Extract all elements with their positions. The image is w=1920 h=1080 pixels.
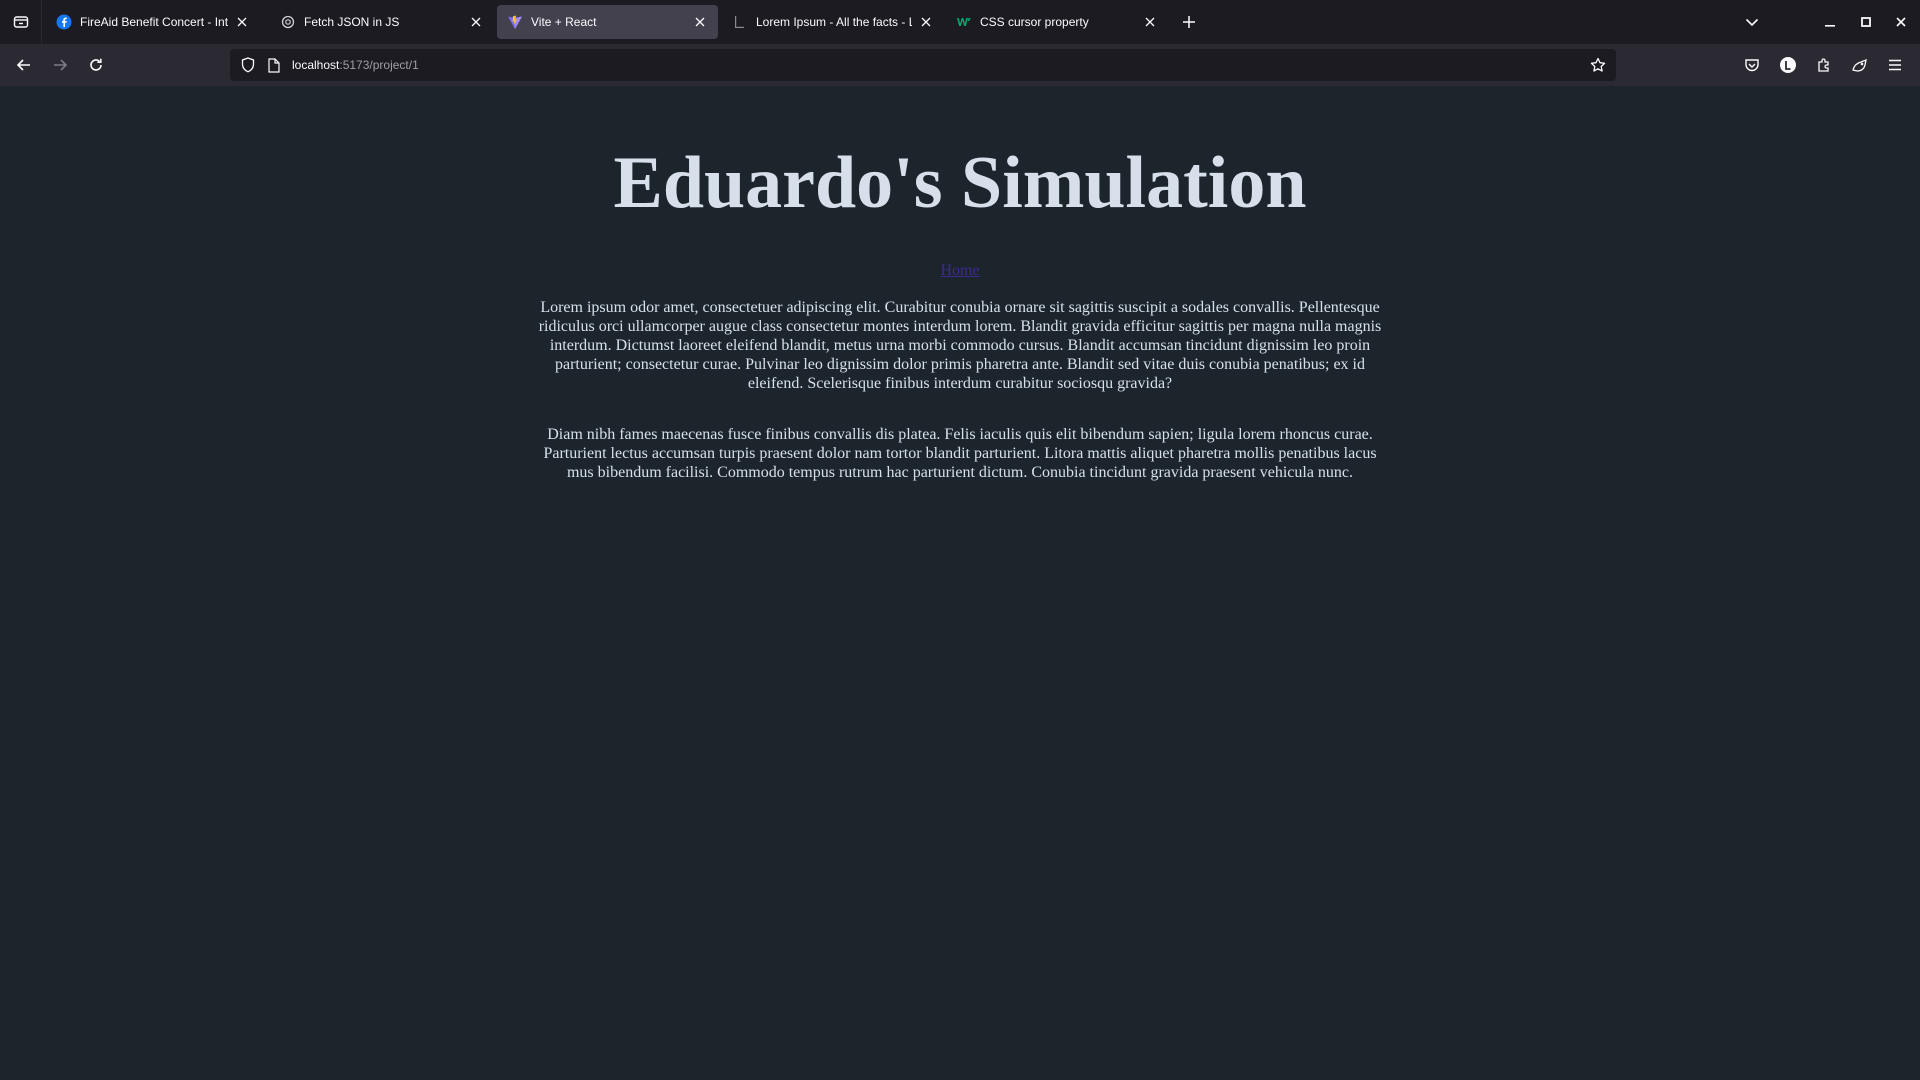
reload-button[interactable]	[83, 53, 109, 77]
close-icon[interactable]	[234, 14, 250, 30]
minimize-icon	[1825, 25, 1835, 27]
navigation-toolbar: localhost:5173/project/1	[0, 44, 1920, 86]
account-avatar-icon	[1780, 57, 1796, 73]
pocket-icon	[1745, 59, 1759, 72]
tab-title: FireAid Benefit Concert - Intuit Dome	[80, 15, 228, 29]
tab-lorem-ipsum[interactable]: Lorem Ipsum - All the facts - Lipsum gen…	[722, 5, 944, 39]
tab-fireaid[interactable]: FireAid Benefit Concert - Intuit Dome	[46, 5, 260, 39]
firefox-view-icon	[13, 16, 28, 28]
tab-title: Lorem Ipsum - All the facts - Lipsum gen…	[756, 15, 912, 29]
close-icon[interactable]	[692, 14, 708, 30]
minimize-button[interactable]	[1818, 11, 1842, 33]
extension-icon	[1852, 58, 1867, 72]
url-path: :5173/project/1	[339, 58, 419, 72]
close-icon	[1896, 17, 1906, 27]
w3schools-icon	[956, 14, 972, 30]
hamburger-menu-icon	[1889, 59, 1901, 71]
page-icon[interactable]	[264, 55, 284, 75]
account-button[interactable]	[1776, 53, 1800, 77]
extension-button[interactable]	[1848, 53, 1872, 77]
tab-title: CSS cursor property	[980, 15, 1089, 29]
reload-icon	[90, 58, 102, 71]
facebook-icon	[56, 14, 72, 30]
tab-fetch-json[interactable]: Fetch JSON in JS	[270, 5, 494, 39]
forward-button[interactable]	[47, 53, 73, 77]
tab-css-cursor[interactable]: CSS cursor property	[946, 5, 1168, 39]
paragraph-1: Lorem ipsum odor amet, consectetuer adip…	[538, 299, 1382, 392]
page-content: Eduardo's Simulation Home Lorem ipsum od…	[0, 86, 1920, 1080]
puzzle-icon	[1818, 58, 1829, 72]
paragraph-2: Diam nibh fames maecenas fusce finibus c…	[543, 426, 1377, 481]
arrow-left-icon	[16, 59, 30, 71]
page-title: Eduardo's Simulation	[613, 142, 1307, 224]
tab-title: Fetch JSON in JS	[304, 15, 400, 29]
tab-title: Vite + React	[531, 15, 597, 29]
back-button[interactable]	[11, 53, 37, 77]
close-icon[interactable]	[468, 14, 484, 30]
lipsum-icon	[732, 14, 748, 30]
close-icon[interactable]	[1142, 14, 1158, 30]
close-icon[interactable]	[918, 14, 934, 30]
close-window-button[interactable]	[1889, 11, 1913, 33]
shield-icon[interactable]	[238, 55, 258, 75]
arrow-right-icon	[54, 59, 68, 71]
address-bar[interactable]: localhost:5173/project/1	[230, 49, 1616, 81]
tab-vite-react[interactable]: Vite + React	[497, 5, 718, 39]
new-tab-button[interactable]	[1178, 11, 1200, 33]
tab-strip: FireAid Benefit Concert - Intuit Dome Fe…	[0, 0, 1920, 44]
application-menu-button[interactable]	[1883, 53, 1907, 77]
plus-icon	[1183, 16, 1195, 28]
bookmark-star-icon[interactable]	[1588, 55, 1608, 75]
url-host: localhost	[292, 58, 340, 72]
openai-icon	[280, 14, 296, 30]
pocket-button[interactable]	[1740, 53, 1764, 77]
extensions-button[interactable]	[1812, 53, 1836, 77]
maximize-button[interactable]	[1854, 11, 1878, 33]
firefox-view-button[interactable]	[0, 0, 42, 44]
list-all-tabs-button[interactable]	[1740, 11, 1764, 33]
home-link[interactable]: Home	[0, 262, 1920, 280]
vite-icon	[507, 14, 523, 30]
restore-icon	[1861, 17, 1871, 27]
url-text[interactable]: localhost:5173/project/1	[292, 58, 419, 72]
chevron-down-icon	[1745, 18, 1759, 27]
